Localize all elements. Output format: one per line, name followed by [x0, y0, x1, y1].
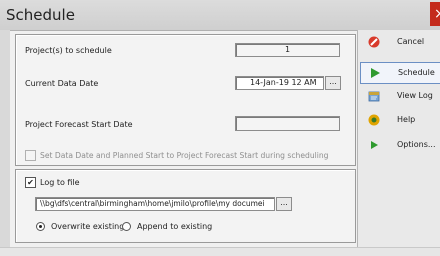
window-title: Schedule: [6, 6, 75, 24]
log-to-file-checkmark: ✔: [27, 178, 34, 187]
log-to-file-checkbox[interactable]: ✔: [25, 177, 36, 188]
overwrite-existing-label: Overwrite existing: [51, 222, 125, 231]
window-border: [0, 30, 10, 255]
close-button[interactable]: ×: [430, 2, 440, 26]
help-button-label: Help: [397, 115, 416, 124]
schedule-button-label: Schedule: [398, 68, 435, 77]
play-icon: [371, 68, 380, 78]
current-data-date-value: 14-Jan-19 12 AM: [250, 78, 317, 87]
cancel-button-label: Cancel: [397, 37, 425, 46]
view-log-icon: [368, 91, 380, 102]
schedule-button[interactable]: Schedule: [360, 62, 440, 84]
projects-count-value: 1: [284, 45, 291, 54]
log-path-field[interactable]: \\bg\dfs\central\birmingham\home\jmilo\p…: [35, 197, 275, 211]
title-bar: Schedule ×: [0, 0, 440, 31]
overwrite-existing-radio[interactable]: [36, 222, 45, 231]
help-button[interactable]: Help: [360, 110, 440, 130]
append-to-existing-label: Append to existing: [137, 222, 213, 231]
options-play-icon: [371, 141, 378, 149]
current-data-date-field[interactable]: 14-Jan-19 12 AM: [235, 76, 324, 90]
projects-count-field: 1: [235, 43, 340, 57]
log-to-file-label: Log to file: [40, 178, 80, 187]
date-picker-button[interactable]: ...: [325, 76, 341, 90]
set-data-date-checkbox[interactable]: [25, 150, 36, 161]
log-browse-ellipsis: ...: [280, 198, 288, 207]
cancel-button[interactable]: Cancel: [360, 32, 440, 52]
date-picker-ellipsis: ...: [329, 77, 337, 86]
forecast-start-label: Project Forecast Start Date: [25, 120, 133, 129]
projects-to-schedule-label: Project(s) to schedule: [25, 46, 112, 55]
set-data-date-label: Set Data Date and Planned Start to Proje…: [40, 151, 329, 160]
append-to-existing-radio[interactable]: [122, 222, 131, 231]
forecast-start-field: [235, 116, 340, 131]
cancel-icon: [368, 36, 380, 48]
log-path-value: \\bg\dfs\central\birmingham\home\jmilo\p…: [40, 199, 265, 208]
view-log-button[interactable]: View Log: [360, 86, 440, 106]
current-data-date-label: Current Data Date: [25, 79, 99, 88]
help-icon: [368, 114, 380, 126]
action-sidebar: Cancel Schedule View Log Help Options...: [357, 30, 440, 255]
log-browse-button[interactable]: ...: [276, 197, 292, 211]
options-button[interactable]: Options...: [360, 135, 440, 155]
options-button-label: Options...: [397, 140, 436, 149]
view-log-button-label: View Log: [397, 91, 433, 100]
